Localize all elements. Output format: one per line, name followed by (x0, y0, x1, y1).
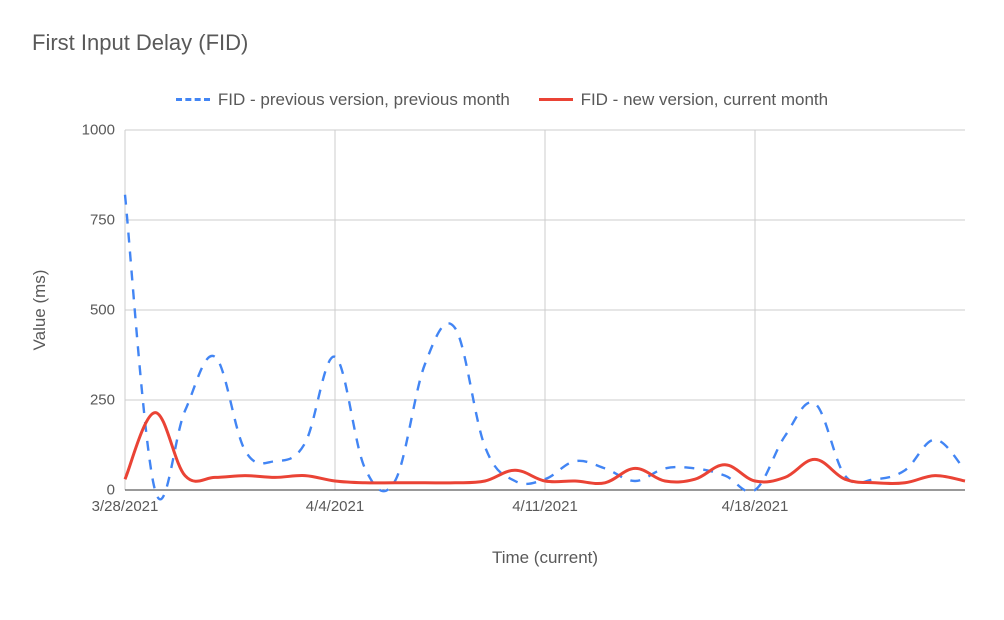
y-tick-label: 1000 (0, 122, 115, 139)
y-axis-ticks: 02505007501000 (0, 130, 115, 490)
x-tick-label: 4/4/2021 (306, 498, 364, 515)
legend-label-previous: FID - previous version, previous month (218, 90, 510, 110)
x-tick-label: 3/28/2021 (92, 498, 159, 515)
plot-svg (125, 130, 965, 490)
x-tick-label: 4/11/2021 (512, 498, 578, 515)
x-axis-label: Time (current) (125, 548, 965, 568)
legend-swatch-solid-icon (539, 98, 573, 101)
plot-area (125, 130, 965, 490)
y-tick-label: 0 (0, 482, 115, 499)
y-tick-label: 750 (0, 212, 115, 229)
gridlines (125, 130, 965, 490)
legend: FID - previous version, previous month F… (0, 86, 1004, 110)
legend-swatch-dashed-icon (176, 98, 210, 101)
x-axis-ticks: 3/28/20214/4/20214/11/20214/18/2021 (125, 498, 965, 522)
y-tick-label: 500 (0, 302, 115, 319)
chart-title: First Input Delay (FID) (32, 30, 248, 56)
x-tick-label: 4/18/2021 (722, 498, 789, 515)
legend-label-new: FID - new version, current month (581, 90, 829, 110)
legend-item-previous: FID - previous version, previous month (176, 90, 510, 110)
fid-chart: First Input Delay (FID) FID - previous v… (0, 0, 1004, 620)
legend-item-new: FID - new version, current month (539, 90, 829, 110)
y-tick-label: 250 (0, 392, 115, 409)
